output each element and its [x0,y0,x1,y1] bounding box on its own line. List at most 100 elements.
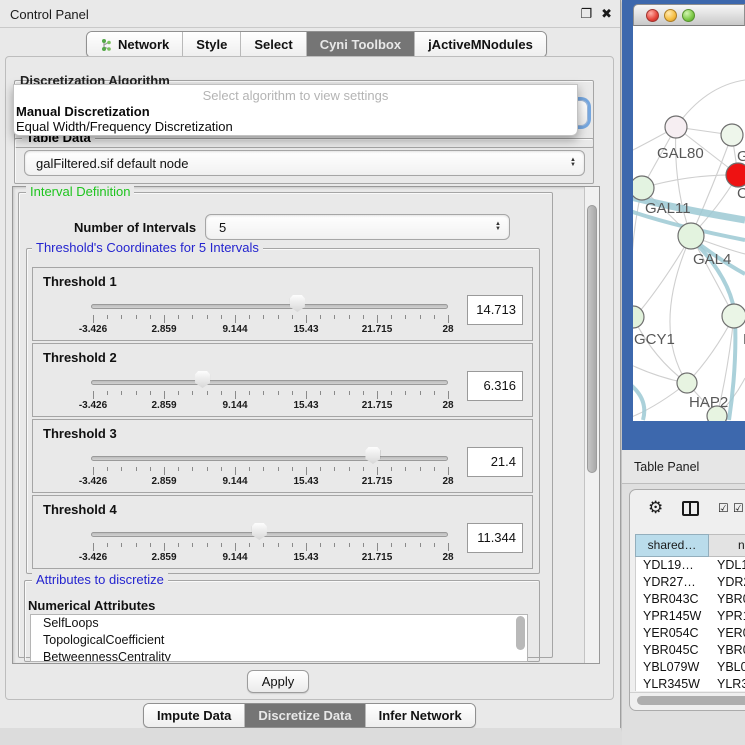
apply-button[interactable]: Apply [247,670,309,693]
slider-track[interactable] [91,456,448,461]
tab-style[interactable]: Style [182,32,240,57]
tick-label: 21.715 [362,476,393,487]
table-row[interactable]: YDL19…YDL1 [636,557,745,574]
network-window-titlebar[interactable] [633,4,745,26]
float-window-icon[interactable]: ❐ [580,6,592,22]
network-node-hap2[interactable] [677,373,697,393]
slider-track[interactable] [91,304,448,309]
zoom-traffic-light-icon[interactable] [682,9,695,22]
minor-tick [349,543,350,547]
close-traffic-light-icon[interactable] [646,9,659,22]
minor-tick [249,391,250,395]
major-tick [377,467,378,475]
table-row[interactable]: YBL079WYBL0 [636,659,745,676]
popup-item-manual-discretization[interactable]: Manual Discretization [16,104,150,119]
attributes-group-label: Attributes to discretize [32,573,168,586]
spinner-arrows-icon: ▲▼ [495,222,501,232]
list-scrollbar-thumb[interactable] [516,616,525,650]
checkbox-checked-icon[interactable]: ☑ [733,502,744,514]
list-item-topologicalcoefficient[interactable]: TopologicalCoefficient [31,632,527,649]
network-node-h[interactable] [722,304,745,328]
minor-tick [136,391,137,395]
table-row[interactable]: YLR345WYLR3 [636,676,745,691]
minor-tick [391,543,392,547]
minor-tick [278,467,279,471]
minor-tick [263,467,264,471]
minor-tick [178,315,179,319]
tab-label: Infer Network [379,708,462,723]
minor-tick [136,543,137,547]
network-node-gal11[interactable] [633,176,654,200]
tab-infer-network[interactable]: Infer Network [365,704,475,727]
minor-tick [292,467,293,471]
table-data-value: galFiltered.sif default node [36,156,188,171]
list-item-selfloops[interactable]: SelfLoops [31,615,527,632]
network-node-gal80[interactable] [665,116,687,138]
network-node-gcy1[interactable] [633,306,644,328]
threshold-value-field[interactable]: 21.4 [467,447,523,477]
table-row[interactable]: YER054CYER0 [636,625,745,642]
threshold-label: Threshold 3 [43,426,117,441]
table-toolbar: ⚙ ☑ ☑ [630,490,745,530]
network-edge [635,236,691,317]
popup-hint: Select algorithm to view settings [14,88,577,103]
major-tick [306,315,307,323]
tab-cyni-toolbox[interactable]: Cyni Toolbox [306,32,414,57]
threshold-panel-1: Threshold 1-3.4262.8599.14415.4321.71528… [32,267,533,341]
table-row[interactable]: YBR045CYBR0 [636,642,745,659]
horizontal-scrollbar[interactable] [630,692,745,706]
table-row[interactable]: YPR145WYPR1 [636,608,745,625]
network-view-canvas[interactable]: GAL80G.CGAL11GAL4GCY1HHAP2 [633,26,745,421]
minor-tick [278,391,279,395]
split-table-icon[interactable] [682,501,699,516]
slider-track[interactable] [91,380,448,385]
table-row[interactable]: YDR27…YDR2 [636,574,745,591]
threshold-value-field[interactable]: 11.344 [467,523,523,553]
column-header-shared-name[interactable]: shared… [635,534,709,557]
list-item-betweennesscentrality[interactable]: BetweennessCentrality [31,649,527,662]
major-tick [93,467,94,475]
popup-item-equal-width-frequency[interactable]: Equal Width/Frequency Discretization [16,119,233,134]
numerical-attributes-list[interactable]: SelfLoopsTopologicalCoefficientBetweenne… [30,614,528,662]
minor-tick [434,543,435,547]
tab-network[interactable]: Network [87,32,182,57]
threshold-value-field[interactable]: 6.316 [467,371,523,401]
slider-track[interactable] [91,532,448,537]
tab-impute-data[interactable]: Impute Data [144,704,244,727]
minor-tick [150,315,151,319]
column-header-name[interactable]: n [709,534,745,557]
bottom-tab-bar: Impute DataDiscretize Data Infer Network [143,703,476,728]
network-node-label: G. [737,148,745,165]
checkbox-checked-icon[interactable]: ☑ [718,502,729,514]
cell-name: YPR1 [710,608,745,625]
minor-tick [363,543,364,547]
tick-label: 2.859 [151,324,176,335]
network-node-c[interactable] [726,163,745,187]
minimize-traffic-light-icon[interactable] [664,9,677,22]
cell-shared-name: YER054C [636,625,710,642]
network-node-gal4[interactable] [678,223,704,249]
threshold-value-field[interactable]: 14.713 [467,295,523,325]
minor-tick [320,315,321,319]
minor-tick [249,315,250,319]
slider-thumb[interactable] [252,523,267,540]
gear-icon[interactable]: ⚙ [648,499,663,516]
major-tick [93,543,94,551]
scrollbar-thumb[interactable] [587,205,597,473]
close-icon[interactable]: ✖ [601,6,612,22]
network-node-label: GAL11 [645,200,691,217]
horizontal-scrollbar-thumb[interactable] [637,696,745,705]
vertical-scrollbar[interactable] [584,187,599,663]
slider-thumb[interactable] [290,295,305,312]
tab-jactivemnodules[interactable]: jActiveMNodules [414,32,546,57]
tab-select[interactable]: Select [240,32,305,57]
network-node-g[interactable] [721,124,743,146]
slider-thumb[interactable] [365,447,380,464]
minor-tick [334,315,335,319]
tab-discretize-data[interactable]: Discretize Data [244,704,364,727]
number-of-intervals-spinner[interactable]: 5 ▲▼ [205,214,510,240]
table-data-combobox[interactable]: galFiltered.sif default node ▲▼ [24,150,585,176]
table-row[interactable]: YBR043CYBR0 [636,591,745,608]
minor-tick [178,467,179,471]
slider-thumb[interactable] [195,371,210,388]
